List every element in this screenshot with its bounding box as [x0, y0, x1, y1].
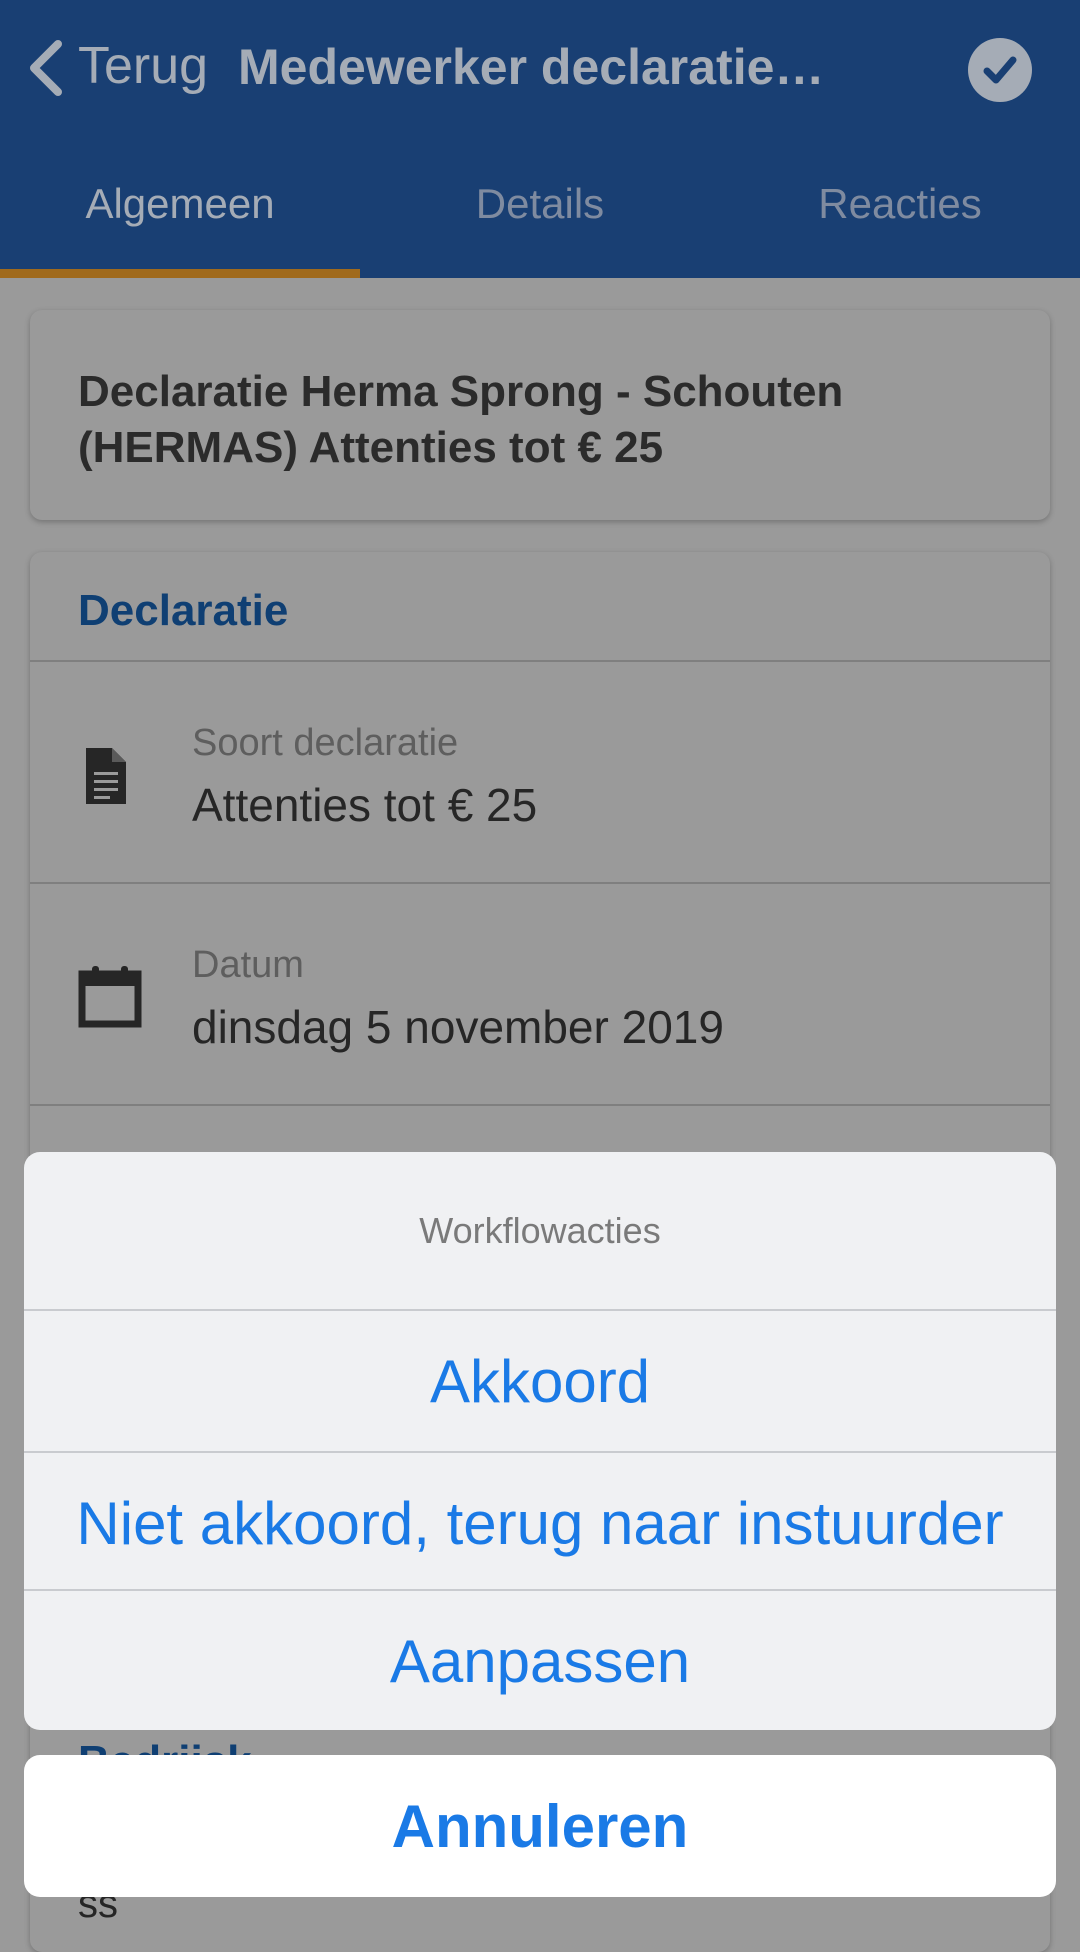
back-button[interactable]: Terug [78, 36, 208, 96]
action-sheet-title: Workflowacties [419, 1209, 661, 1251]
tab-bar: Algemeen Details Reacties [0, 136, 1080, 278]
field-value: dinsdag 5 november 2019 [192, 1001, 724, 1053]
title-bar: Terug Medewerker declaratie (P… [0, 0, 1080, 136]
divider [30, 1104, 1050, 1106]
page-title: Medewerker declaratie (P… [238, 39, 838, 95]
field-label: Datum [192, 944, 304, 986]
summary-title: Declaratie Herma Sprong - Schouten (HERM… [78, 367, 844, 472]
document-icon [86, 748, 126, 804]
section-title-declaratie: Declaratie [78, 586, 289, 635]
tab-algemeen[interactable]: Algemeen [0, 180, 360, 228]
akkoord-button[interactable]: Akkoord [24, 1311, 1056, 1451]
divider [30, 882, 1050, 884]
action-sheet: Workflowacties Akkoord Niet akkoord, ter… [24, 1152, 1056, 1730]
divider [30, 660, 1050, 662]
confirm-button[interactable] [968, 38, 1032, 102]
active-tab-indicator [0, 269, 360, 278]
niet-akkoord-button[interactable]: Niet akkoord, terug naar instuurder [24, 1453, 1056, 1593]
cancel-button[interactable]: Annuleren [24, 1755, 1056, 1897]
field-value: Attenties tot € 25 [192, 779, 538, 831]
calendar-icon [78, 966, 142, 1028]
check-circle-icon [983, 56, 1017, 84]
field-label: Soort declaratie [192, 722, 459, 764]
summary-card: Declaratie Herma Sprong - Schouten (HERM… [30, 310, 1050, 520]
aanpassen-button[interactable]: Aanpassen [24, 1591, 1056, 1730]
chevron-left-icon[interactable] [22, 38, 72, 98]
tab-details[interactable]: Details [360, 180, 720, 228]
tab-reacties[interactable]: Reacties [720, 180, 1080, 228]
app-header: Terug Medewerker declaratie (P… Algemeen… [0, 0, 1080, 278]
